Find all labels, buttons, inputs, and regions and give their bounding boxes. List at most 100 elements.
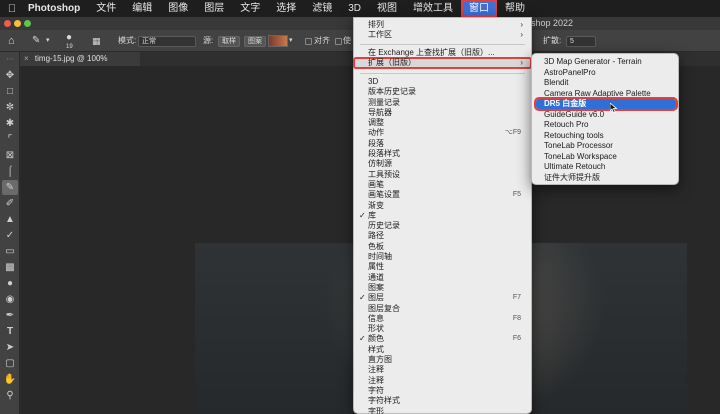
clone-source-panel-icon[interactable]: ▦ [92,30,101,52]
extension-menu-item[interactable]: ToneLab Workspace [532,152,678,162]
extension-menu-item[interactable]: DR5 白金版 [534,97,678,111]
minimize-window-button[interactable] [14,20,21,27]
menu-view[interactable]: 视图 [369,0,405,17]
extension-menu-item[interactable]: Camera Raw Adaptive Palette [532,89,678,99]
window-menu-item[interactable]: 属性 [354,262,531,272]
window-menu-item[interactable]: 字形 [354,407,531,414]
window-menu-item[interactable]: 段落 [354,139,531,149]
window-menu-item[interactable]: 版本历史记录 [354,87,531,97]
extension-menu-item[interactable]: Retouching tools [532,131,678,141]
sampled-source-button[interactable]: 取样 [218,36,240,47]
menu-help[interactable]: 帮助 [497,0,533,17]
marquee-tool-icon[interactable]: □ [2,84,18,99]
window-menu-item[interactable]: ✓ 颜色 F6 [354,334,531,344]
menu-app-name[interactable]: Photoshop [24,0,88,17]
healing-brush-tool-icon[interactable]: ✎ [2,180,18,195]
healing-brush-tool-icon[interactable]: ✎ [32,30,40,52]
extension-menu-item[interactable]: Ultimate Retouch [532,162,678,172]
window-menu-item[interactable]: 样式 [354,345,531,355]
close-window-button[interactable] [4,20,11,27]
window-menu-item[interactable]: 扩展（旧版） › [353,56,532,69]
chevron-down-icon[interactable]: ▾ [289,30,293,52]
menu-layer[interactable]: 图层 [196,0,232,17]
window-menu-item[interactable]: 测量记录 [354,98,531,108]
document-tab[interactable]: × timg-15.jpg @ 100%(RGB/8#) [20,52,140,77]
pen-tool-icon[interactable]: ✒ [2,308,18,323]
pattern-picker[interactable] [268,35,288,47]
menu-3d[interactable]: 3D [340,0,369,17]
lasso-tool-icon[interactable]: ✼ [2,100,18,115]
dodge-tool-icon[interactable]: ◉ [2,292,18,307]
window-menu-item[interactable]: 调整 [354,118,531,128]
menu-edit[interactable]: 编辑 [124,0,160,17]
window-menu-item[interactable]: 直方图 [354,355,531,365]
chevron-down-icon[interactable]: ▾ [46,30,50,52]
type-tool-icon[interactable]: T [2,324,18,339]
window-menu-item[interactable]: 3D [354,77,531,87]
extension-menu-item[interactable]: 证件大师提升版 [532,173,678,183]
window-menu-item[interactable]: 渐变 [354,201,531,211]
panel-grip-icon[interactable]: ⋯ [2,52,18,67]
window-menu-item[interactable]: ✓ 库 [354,211,531,221]
window-menu-item[interactable]: 形状 [354,324,531,334]
eyedropper-tool-icon[interactable]: ⌠ [2,164,18,179]
close-icon[interactable]: × [24,54,29,63]
extension-menu-item[interactable]: ToneLab Processor [532,141,678,151]
path-selection-tool-icon[interactable]: ➤ [2,340,18,355]
clone-stamp-tool-icon[interactable]: ▲ [2,212,18,227]
window-menu-item[interactable]: 色板 [354,242,531,252]
menu-image[interactable]: 图像 [160,0,196,17]
window-menu-item[interactable]: 动作 ⌥F9 [354,128,531,138]
eraser-tool-icon[interactable]: ▭ [2,244,18,259]
zoom-tool-icon[interactable]: ⚲ [2,388,18,403]
window-menu-item[interactable]: 在 Exchange 上查找扩展（旧版）... [354,48,531,58]
window-menu-item[interactable]: 段落样式 [354,149,531,159]
pattern-source-button[interactable]: 图案 [244,36,266,47]
menu-filter[interactable]: 滤镜 [304,0,340,17]
extension-menu-item[interactable]: Blendit [532,78,678,88]
menu-plugins[interactable]: 增效工具 [405,0,461,17]
menu-type[interactable]: 文字 [232,0,268,17]
spread-select[interactable]: 5 [566,36,596,47]
window-menu-item[interactable]: 图层复合 [354,304,531,314]
window-menu-item[interactable]: 注释 [354,365,531,375]
window-menu-item[interactable]: ✓ 图层 F7 [354,293,531,303]
window-menu-item[interactable]: 通道 [354,273,531,283]
extension-menu-item[interactable]: 3D Map Generator - Terrain [532,57,678,67]
window-menu-item[interactable]: 排列 › [354,20,531,30]
apple-icon[interactable]:  [0,3,24,15]
menu-window[interactable]: 窗口 [461,0,498,17]
extension-menu-item[interactable]: Retouch Pro [532,120,678,130]
extension-menu-item[interactable]: AstroPanelPro [532,68,678,78]
window-menu-item[interactable]: 注释 [354,376,531,386]
mode-select[interactable]: 正常 [138,36,196,47]
menu-file[interactable]: 文件 [88,0,124,17]
window-menu-item[interactable]: 工作区 › [354,30,531,40]
gradient-tool-icon[interactable]: ▩ [2,260,18,275]
window-menu-item[interactable]: 路径 [354,231,531,241]
brush-tool-icon[interactable]: ✐ [2,196,18,211]
extension-menu-item[interactable]: GuideGuide v6.0 [532,110,678,120]
window-menu-item[interactable]: 历史记录 [354,221,531,231]
history-brush-tool-icon[interactable]: ✓ [2,228,18,243]
window-menu-item[interactable]: 字符 [354,386,531,396]
window-menu-item[interactable]: 工具预设 [354,170,531,180]
frame-tool-icon[interactable]: ⊠ [2,148,18,163]
rectangle-tool-icon[interactable]: ▢ [2,356,18,371]
window-menu-item[interactable]: 画笔 [354,180,531,190]
hand-tool-icon[interactable]: ✋ [2,372,18,387]
crop-tool-icon[interactable]: ⌜ [2,132,18,147]
window-menu-item[interactable]: 仿制源 [354,159,531,169]
move-tool-icon[interactable]: ✥ [2,68,18,83]
home-icon[interactable]: ⌂ [8,30,15,52]
aligned-checkbox[interactable] [305,38,312,45]
zoom-window-button[interactable] [24,20,31,27]
window-menu-item[interactable]: 信息 F8 [354,314,531,324]
window-menu-item[interactable]: 字符样式 [354,396,531,406]
window-menu-item[interactable]: 画笔设置 F5 [354,190,531,200]
use-legacy-checkbox[interactable] [335,38,342,45]
window-menu-item[interactable]: 图案 [354,283,531,293]
quick-select-tool-icon[interactable]: ✱ [2,116,18,131]
menu-select[interactable]: 选择 [268,0,304,17]
window-menu-item[interactable]: 时间轴 [354,252,531,262]
